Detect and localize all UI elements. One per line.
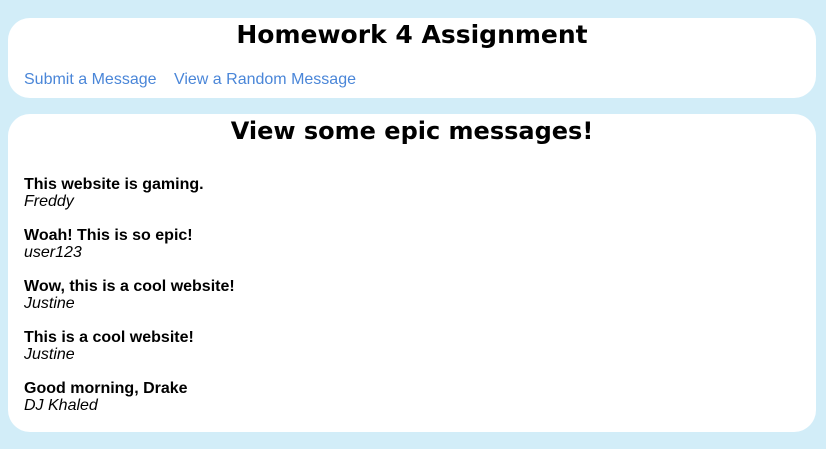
message-author: Justine — [24, 295, 75, 312]
message-author: DJ Khaled — [24, 397, 98, 414]
message-item: This website is gaming. Freddy — [24, 176, 784, 227]
message-text: Good morning, Drake — [24, 380, 188, 397]
messages-panel: View some epic messages! This website is… — [8, 114, 816, 432]
message-item: Wow, this is a cool website! Justine — [24, 278, 784, 329]
message-author: user123 — [24, 244, 82, 261]
messages-heading: View some epic messages! — [230, 117, 594, 145]
message-text: Wow, this is a cool website! — [24, 278, 235, 295]
message-item: Woah! This is so epic! user123 — [24, 227, 784, 278]
main-nav: Submit a Message View a Random Message — [24, 70, 369, 90]
message-text: Woah! This is so epic! — [24, 227, 193, 244]
message-text: This is a cool website! — [24, 329, 194, 346]
message-item: This is a cool website! Justine — [24, 329, 784, 380]
nav-link-view-random-message[interactable]: View a Random Message — [174, 71, 356, 88]
message-list: This website is gaming. Freddy Woah! Thi… — [24, 176, 784, 431]
message-author: Freddy — [24, 193, 74, 210]
message-text: This website is gaming. — [24, 176, 204, 193]
message-author: Justine — [24, 346, 75, 363]
nav-link-submit-message[interactable]: Submit a Message — [24, 71, 157, 88]
message-item: Good morning, Drake DJ Khaled — [24, 380, 784, 431]
header-panel: Homework 4 Assignment Submit a Message V… — [8, 18, 816, 98]
site-title: Homework 4 Assignment — [236, 20, 588, 49]
